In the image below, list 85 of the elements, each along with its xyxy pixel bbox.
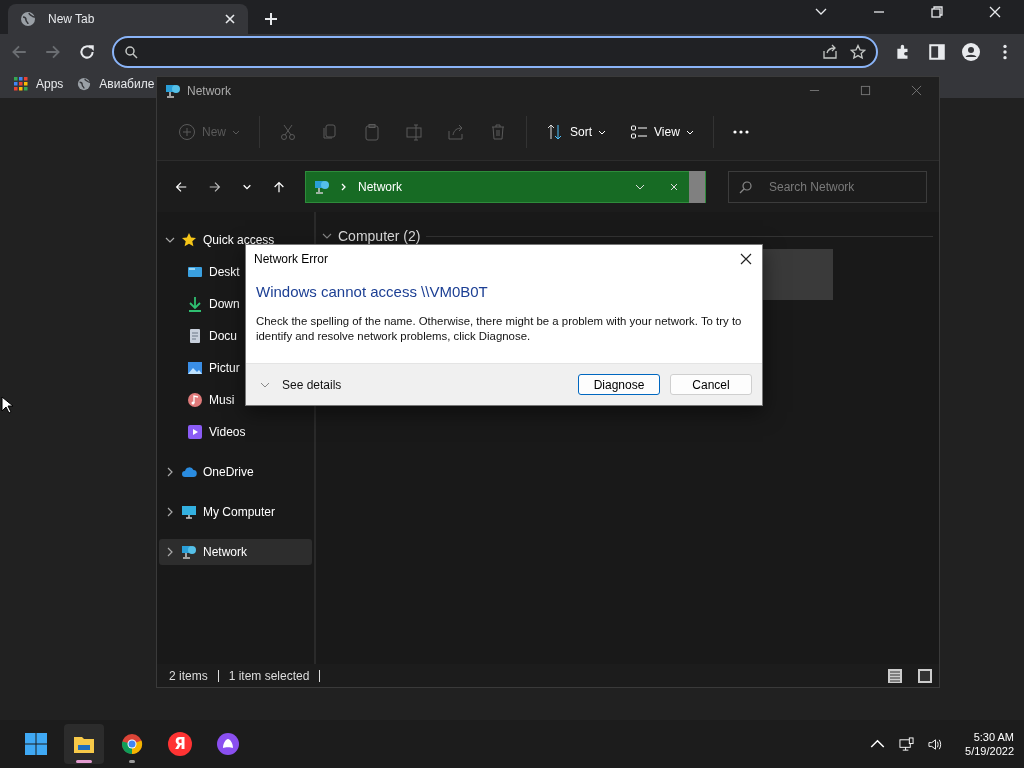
document-icon	[187, 328, 203, 344]
maximize-icon[interactable]	[860, 85, 871, 96]
yandex-browser-icon: Я	[168, 732, 192, 756]
yandex-taskbar-button[interactable]: Я	[160, 724, 200, 764]
group-header[interactable]: Computer (2)	[338, 228, 421, 244]
mouse-cursor-icon	[1, 396, 13, 414]
sidebar-item[interactable]: OneDrive	[159, 459, 312, 485]
address-bar-edge	[689, 170, 705, 203]
browser-tab[interactable]: New Tab	[8, 4, 248, 34]
forward-icon[interactable]	[208, 179, 222, 194]
globe-icon	[77, 77, 92, 91]
dialog-button[interactable]: Cancel	[670, 374, 752, 395]
sidebar-item[interactable]: My Computer	[159, 499, 312, 525]
video-icon	[187, 424, 203, 440]
sidebar-item[interactable]: Network	[159, 539, 312, 565]
back-icon[interactable]	[174, 179, 188, 194]
sidebar-item[interactable]: Videos	[159, 419, 312, 445]
search-icon	[739, 179, 753, 194]
network-status-icon[interactable]	[899, 736, 915, 752]
chevron-right-icon[interactable]	[165, 467, 175, 477]
clear-icon[interactable]	[669, 181, 679, 192]
trash-icon	[489, 123, 507, 141]
list-view-icon	[630, 123, 649, 141]
up-icon[interactable]	[272, 179, 286, 194]
clipboard-icon	[363, 123, 381, 141]
music-icon	[187, 392, 203, 408]
clock-time[interactable]: 5:30 AM	[973, 731, 1014, 743]
network-icon	[181, 544, 197, 560]
address-bar[interactable]	[112, 36, 878, 68]
globe-icon	[20, 11, 36, 27]
chevron-down-icon[interactable]	[165, 235, 175, 245]
browser-icon	[121, 733, 143, 755]
more-icon	[732, 130, 749, 134]
view-button[interactable]: View	[621, 117, 703, 147]
assistant-icon	[217, 733, 239, 755]
chevron-icon	[340, 182, 348, 191]
star-icon	[181, 232, 197, 248]
scissors-icon	[279, 123, 297, 141]
explorer-taskbar-button[interactable]	[64, 724, 104, 764]
share-icon	[447, 123, 465, 141]
close-icon[interactable]	[740, 253, 752, 265]
cloud-icon	[181, 464, 197, 480]
chevron-right-icon[interactable]	[165, 507, 175, 517]
dialog-message: Check the spelling of the name. Otherwise, there might be a problem with your network. To try to identify and resolve network problems, click Diagnose.	[255, 314, 743, 344]
desktop-icon	[187, 264, 203, 280]
rename-icon	[405, 123, 423, 141]
chevron-down-icon	[685, 128, 694, 136]
windows-logo-icon	[25, 733, 47, 755]
status-text: 1 item selected	[228, 668, 310, 683]
search-field[interactable]: Search Network	[728, 170, 927, 203]
star-icon[interactable]	[850, 44, 866, 60]
profile-icon[interactable]	[962, 43, 980, 61]
new-tab-icon[interactable]	[264, 12, 278, 26]
sort-icon	[546, 123, 564, 141]
clock-date[interactable]: 5/19/2022	[965, 745, 1014, 757]
chevron-right-icon[interactable]	[165, 547, 175, 557]
search-icon	[124, 45, 138, 59]
status-text: 2 items	[169, 668, 208, 683]
bookmark[interactable]: Apps	[14, 77, 64, 91]
restore-icon[interactable]	[930, 5, 944, 19]
dialog-button[interactable]: Diagnose	[578, 374, 660, 395]
share-icon[interactable]	[822, 44, 838, 60]
plus-circle-icon	[178, 123, 196, 141]
chevron-down-icon	[232, 128, 240, 136]
apps-grid-icon	[14, 77, 28, 91]
bookmark[interactable]: Авиабиле	[77, 77, 155, 91]
chevron-down-icon	[598, 128, 607, 136]
monitor-icon	[181, 504, 197, 520]
download-icon	[187, 296, 203, 312]
sort-button[interactable]: Sort	[537, 117, 616, 147]
details-view-icon[interactable]	[887, 667, 903, 684]
volume-icon[interactable]	[928, 736, 944, 752]
dialog-heading: Windows cannot access \\VM0B0T	[255, 282, 489, 300]
large-icons-view-icon[interactable]	[917, 667, 933, 684]
network-icon	[314, 178, 330, 195]
address-bar[interactable]: Network	[305, 170, 706, 203]
reload-icon[interactable]	[78, 43, 96, 61]
network-icon	[165, 82, 181, 99]
copy-icon	[321, 123, 339, 141]
sidebar-item[interactable]: Quick access	[159, 227, 312, 253]
dialog-title: Network Error	[254, 252, 329, 266]
breadcrumb[interactable]: Network	[358, 179, 402, 194]
side-panel-icon[interactable]	[928, 43, 946, 61]
chevron-down-icon[interactable]	[322, 231, 332, 241]
picture-icon	[187, 360, 203, 376]
